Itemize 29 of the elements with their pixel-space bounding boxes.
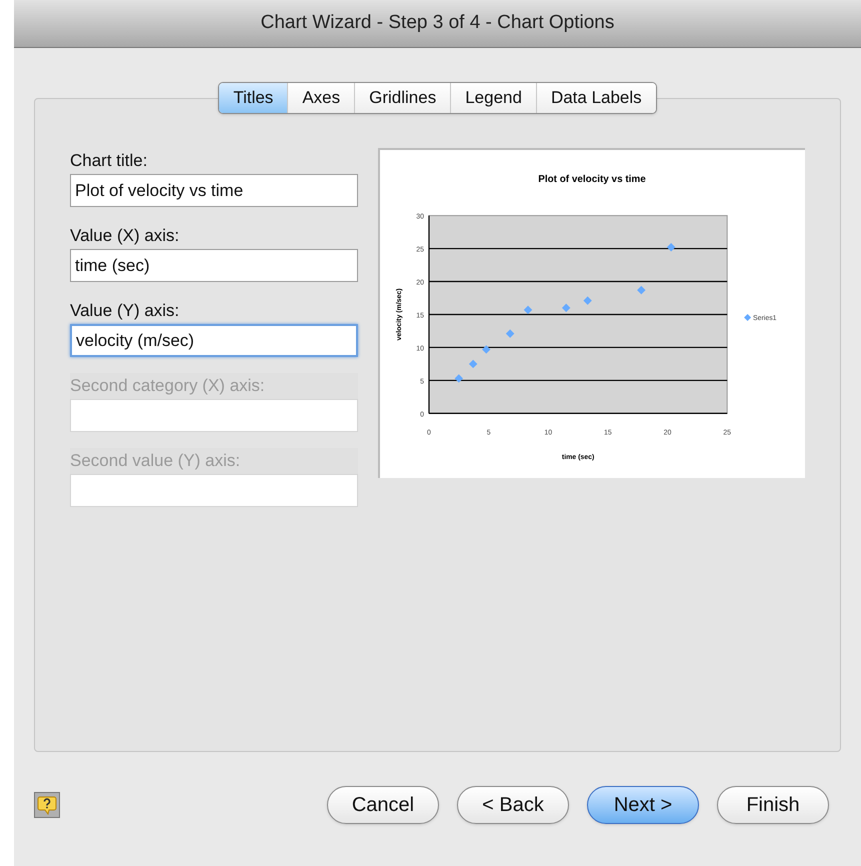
data-point	[583, 296, 592, 305]
window-title: Chart Wizard - Step 3 of 4 - Chart Options	[260, 11, 614, 36]
text-field[interactable]: time (sec)	[70, 249, 358, 282]
data-point	[524, 306, 532, 314]
chart-title: Plot of velocity vs time	[538, 174, 646, 185]
dialog-button[interactable]: Next >	[587, 786, 699, 824]
dialog-button[interactable]: Cancel	[327, 786, 439, 824]
field-label: Value (Y) axis:	[70, 300, 180, 322]
dialog-button[interactable]: < Back	[457, 786, 569, 824]
text-field[interactable]: velocity (m/sec)	[70, 324, 358, 357]
data-point	[468, 360, 478, 368]
data-point	[666, 243, 676, 252]
data-point	[506, 329, 514, 338]
tab[interactable]: Legend	[450, 83, 536, 113]
tab[interactable]: Gridlines	[354, 83, 450, 113]
data-point	[482, 345, 490, 354]
data-point	[562, 304, 570, 312]
tab[interactable]: Titles	[219, 83, 288, 113]
field-label: Value (X) axis:	[70, 225, 180, 247]
field-label: Second category (X) axis:	[70, 375, 266, 397]
field-label: Chart title:	[70, 150, 148, 172]
tab[interactable]: Axes	[287, 83, 354, 113]
field-label: Second value (Y) axis:	[70, 450, 242, 472]
help-icon[interactable]	[34, 792, 60, 818]
text-field[interactable]: Plot of velocity vs time	[70, 174, 358, 207]
tab[interactable]: Data Labels	[536, 83, 656, 113]
data-point	[637, 286, 646, 294]
dialog-button[interactable]: Finish	[717, 786, 829, 824]
data-point	[454, 374, 464, 383]
